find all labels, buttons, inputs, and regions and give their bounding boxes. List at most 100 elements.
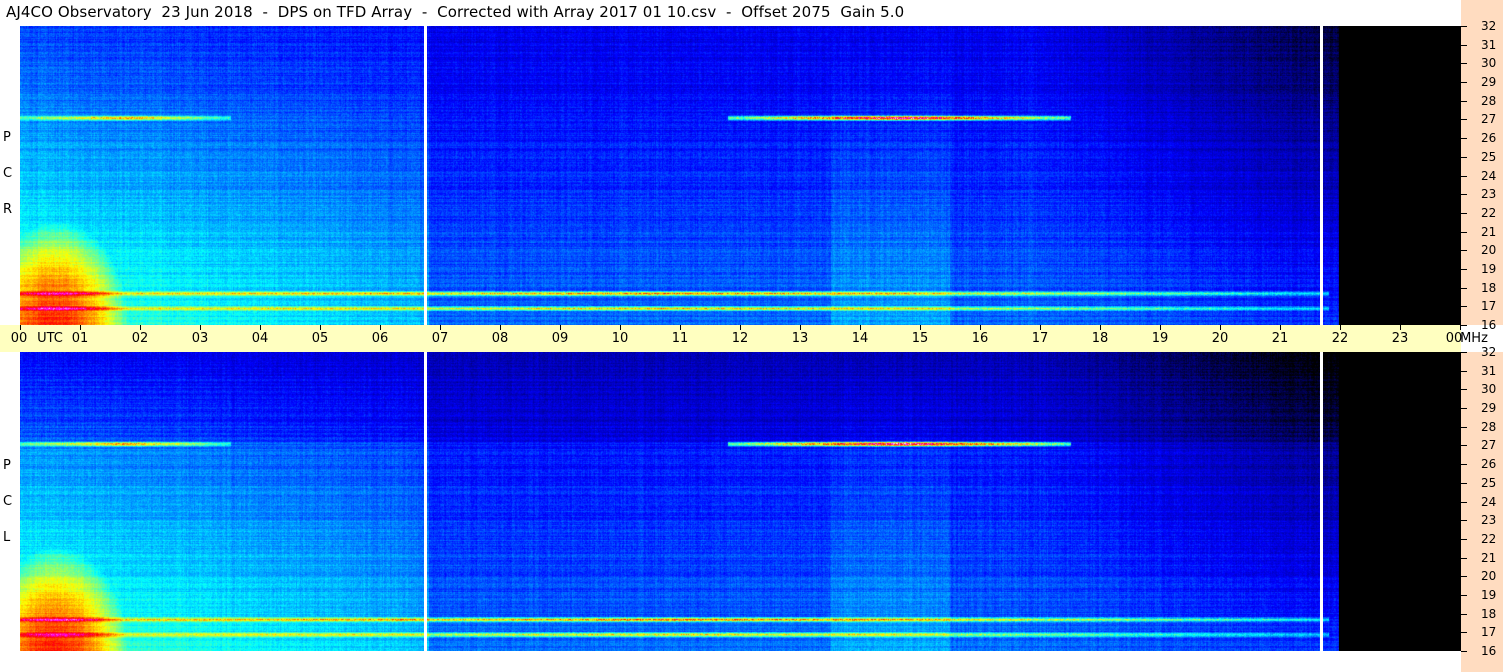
frequency-tick-label: 32: [1481, 345, 1497, 359]
spectrogram-rcp: [20, 26, 1461, 325]
time-tick-mark: [920, 325, 921, 330]
frequency-tick-label: 30: [1481, 56, 1497, 71]
frequency-tick-mark: [1461, 212, 1467, 214]
frequency-tick-mark: [1461, 426, 1467, 428]
time-tick-mark: [800, 325, 801, 330]
time-tick-mark: [1040, 325, 1041, 330]
frequency-tick-mark: [1461, 287, 1467, 289]
time-tick-label: 23: [1391, 331, 1409, 346]
frequency-tick-mark: [1461, 63, 1467, 65]
frequency-tick-label: 16: [1481, 318, 1497, 332]
frequency-tick-mark: [1461, 389, 1467, 391]
lcp-letter-p: P: [3, 458, 11, 473]
frequency-tick-label: 31: [1481, 37, 1497, 52]
frequency-tick-mark: [1461, 156, 1467, 158]
chart-title: AJ4CO Observatory 23 Jun 2018 - DPS on T…: [6, 3, 905, 21]
frequency-tick-label: 32: [1481, 19, 1497, 33]
time-tick-label: 11: [671, 331, 689, 346]
frequency-tick-mark: [1461, 651, 1467, 652]
time-tick-mark: [560, 325, 561, 330]
time-tick-mark: [1400, 325, 1401, 330]
no-data-region: [1338, 352, 1461, 651]
time-tick-mark: [680, 325, 681, 330]
frequency-tick-mark: [1461, 250, 1467, 252]
rcp-letter-r2: R: [3, 202, 13, 217]
rcp-letter-c: C: [3, 166, 13, 181]
frequency-tick-mark: [1461, 268, 1467, 270]
time-tick-mark: [320, 325, 321, 330]
time-tick-mark: [860, 325, 861, 330]
frequency-tick-mark: [1461, 175, 1467, 177]
frequency-tick-mark: [1461, 352, 1467, 353]
time-tick-label: 21: [1271, 331, 1289, 346]
time-tick-mark: [80, 325, 81, 330]
time-tick-mark: [440, 325, 441, 330]
time-tick-mark: [1340, 325, 1341, 330]
frequency-tick-label: 25: [1481, 475, 1497, 490]
frequency-tick-label: 31: [1481, 363, 1497, 378]
frequency-tick-label: 23: [1481, 513, 1497, 528]
frequency-tick-label: 25: [1481, 149, 1497, 164]
frequency-tick-label: 28: [1481, 419, 1497, 434]
time-tick-mark: [1100, 325, 1101, 330]
frequency-tick-mark: [1461, 557, 1467, 559]
frequency-tick-mark: [1461, 520, 1467, 522]
frequency-tick-mark: [1461, 325, 1467, 326]
frequency-tick-mark: [1461, 576, 1467, 578]
time-unit-label: UTC: [37, 331, 63, 346]
frequency-tick-mark: [1461, 408, 1467, 410]
time-tick-mark: [1280, 325, 1281, 330]
time-tick-label: 01: [71, 331, 89, 346]
frequency-tick-mark: [1461, 594, 1467, 596]
frequency-tick-mark: [1461, 100, 1467, 102]
frequency-tick-mark: [1461, 538, 1467, 540]
time-tick-label: 02: [131, 331, 149, 346]
frequency-tick-label: 23: [1481, 187, 1497, 202]
frequency-tick-label: 20: [1481, 569, 1497, 584]
time-tick-mark: [140, 325, 141, 330]
time-tick-label: 06: [371, 331, 389, 346]
frequency-tick-mark: [1461, 194, 1467, 196]
time-tick-mark: [740, 325, 741, 330]
spectrogram-lcp-canvas: [20, 352, 1461, 651]
gap-marker-line: [1319, 352, 1323, 651]
time-tick-label: 16: [971, 331, 989, 346]
frequency-unit-label: MHz: [1460, 331, 1488, 346]
time-tick-mark: [500, 325, 501, 330]
time-tick-mark: [620, 325, 621, 330]
frequency-tick-label: 22: [1481, 205, 1497, 220]
frequency-tick-mark: [1461, 82, 1467, 84]
time-tick-mark: [1160, 325, 1161, 330]
frequency-tick-mark: [1461, 445, 1467, 447]
time-tick-label: 15: [911, 331, 929, 346]
frequency-tick-label: 27: [1481, 112, 1497, 127]
frequency-tick-mark: [1461, 26, 1467, 27]
frequency-tick-label: 20: [1481, 243, 1497, 258]
frequency-tick-mark: [1461, 464, 1467, 466]
frequency-tick-mark: [1461, 482, 1467, 484]
frequency-tick-label: 26: [1481, 457, 1497, 472]
frequency-tick-mark: [1461, 138, 1467, 140]
frequency-tick-mark: [1461, 501, 1467, 503]
frequency-tick-mark: [1461, 44, 1467, 46]
frequency-tick-label: 27: [1481, 438, 1497, 453]
time-tick-label: 00: [10, 331, 28, 346]
frequency-tick-mark: [1461, 370, 1467, 372]
frequency-tick-label: 17: [1481, 299, 1497, 314]
frequency-tick-label: 18: [1481, 606, 1497, 621]
time-tick-label: 05: [311, 331, 329, 346]
lcp-letter-c: C: [3, 494, 13, 509]
frequency-tick-label: 24: [1481, 168, 1497, 183]
frequency-tick-label: 29: [1481, 401, 1497, 416]
gap-marker-line: [1319, 26, 1323, 325]
time-tick-label: 04: [251, 331, 269, 346]
time-tick-label: 17: [1031, 331, 1049, 346]
frequency-axis-lcp: 32 31 30 29 28 27 26 25 24 23 22 21 20 19 18 17 16: [1461, 345, 1503, 672]
time-axis: 00 01 02 03 04 05 06 07 08 09 10 11 12 13 14 15 16 17 18 19…: [0, 325, 1488, 352]
time-tick-label: 12: [731, 331, 749, 346]
frequency-tick-label: 26: [1481, 131, 1497, 146]
frequency-tick-label: 29: [1481, 75, 1497, 90]
time-tick-label: 08: [491, 331, 509, 346]
frequency-tick-label: 19: [1481, 261, 1497, 276]
frequency-tick-mark: [1461, 119, 1467, 121]
